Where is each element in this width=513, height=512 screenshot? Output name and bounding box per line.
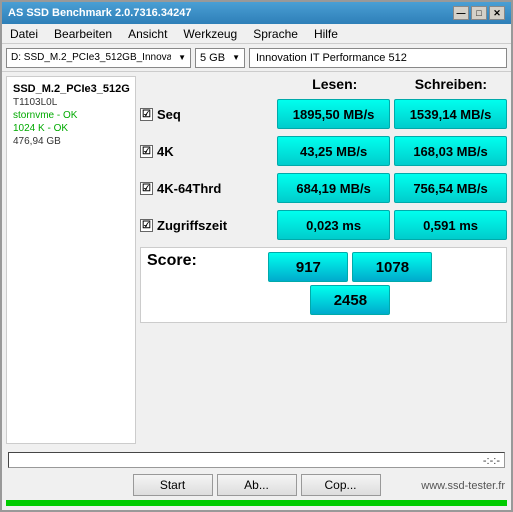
score-total-row: 2458 (201, 285, 500, 315)
access-write-value: 0,591 ms (394, 210, 507, 240)
main-window: AS SSD Benchmark 2.0.7316.34247 — □ ✕ Da… (0, 0, 513, 512)
size-selector[interactable]: 5 GB ▼ (195, 48, 245, 68)
4k64-label: ☑ 4K-64Thrd (140, 181, 273, 196)
maximize-button[interactable]: □ (471, 6, 487, 20)
driver-status: stornvme - OK (13, 110, 129, 121)
menu-sprache[interactable]: Sprache (249, 26, 302, 42)
score-readwrite-row: 917 1078 (201, 252, 500, 282)
score-section: Score: 917 1078 2458 (140, 247, 507, 323)
seq-write-value: 1539,14 MB/s (394, 99, 507, 129)
drive-dropdown-icon[interactable]: ▼ (178, 53, 186, 62)
score-total: 2458 (310, 285, 390, 315)
minimize-button[interactable]: — (453, 6, 469, 20)
close-button[interactable]: ✕ (489, 6, 505, 20)
drive-name-display: Innovation IT Performance 512 (249, 48, 507, 68)
left-panel: SSD_M.2_PCIe3_512G T1103L0L stornvme - O… (6, 76, 136, 444)
cache-status: 1024 K - OK (13, 123, 129, 134)
drive-selector[interactable]: D: SSD_M.2_PCIe3_512GB_InnovationIT ▼ (6, 48, 191, 68)
column-headers: Lesen: Schreiben: (140, 76, 507, 92)
drive-model-id: T1103L0L (13, 97, 129, 108)
4k64-checkbox[interactable]: ☑ (140, 182, 153, 195)
menu-bar: Datei Bearbeiten Ansicht Werkzeug Sprach… (2, 24, 511, 44)
4k-checkbox[interactable]: ☑ (140, 145, 153, 158)
seq-read-value: 1895,50 MB/s (277, 99, 390, 129)
window-title: AS SSD Benchmark 2.0.7316.34247 (8, 7, 191, 19)
size-label: 5 GB (200, 52, 225, 64)
menu-datei[interactable]: Datei (6, 26, 42, 42)
menu-werkzeug[interactable]: Werkzeug (179, 26, 241, 42)
score-values: 917 1078 2458 (201, 252, 500, 318)
copy-button[interactable]: Cop... (301, 474, 381, 496)
score-label-row: Score: 917 1078 2458 (147, 252, 500, 318)
seq-checkbox[interactable]: ☑ (140, 108, 153, 121)
access-label: ☑ Zugriffszeit (140, 218, 273, 233)
access-row: ☑ Zugriffszeit 0,023 ms 0,591 ms (140, 208, 507, 242)
seq-label: ☑ Seq (140, 107, 273, 122)
ab-button[interactable]: Ab... (217, 474, 297, 496)
menu-ansicht[interactable]: Ansicht (124, 26, 171, 42)
main-content: SSD_M.2_PCIe3_512G T1103L0L stornvme - O… (2, 72, 511, 448)
read-header: Lesen: (279, 76, 391, 92)
score-write: 1078 (352, 252, 432, 282)
drive-full-name: Innovation IT Performance 512 (256, 52, 407, 64)
size-dropdown-icon[interactable]: ▼ (232, 53, 240, 62)
drive-label: D: SSD_M.2_PCIe3_512GB_InnovationIT (11, 52, 171, 63)
menu-hilfe[interactable]: Hilfe (310, 26, 342, 42)
bottom-section: -:-:- Start Ab... Cop... www.ssd-tester.… (2, 448, 511, 500)
toolbar: D: SSD_M.2_PCIe3_512GB_InnovationIT ▼ 5 … (2, 44, 511, 72)
green-border (6, 500, 507, 506)
watermark-text: www.ssd-tester.fr (421, 480, 505, 492)
label-spacer (140, 76, 275, 92)
progress-bar-container: -:-:- (8, 452, 505, 468)
access-checkbox[interactable]: ☑ (140, 219, 153, 232)
time-display: -:-:- (483, 453, 500, 469)
4k-read-value: 43,25 MB/s (277, 136, 390, 166)
score-label: Score: (147, 252, 197, 270)
right-panel: Lesen: Schreiben: ☑ Seq 1895,50 MB/s 153… (140, 76, 507, 444)
4k64-write-value: 756,54 MB/s (394, 173, 507, 203)
button-row: Start Ab... Cop... www.ssd-tester.fr (8, 474, 505, 496)
4k64-row: ☑ 4K-64Thrd 684,19 MB/s 756,54 MB/s (140, 171, 507, 205)
4k-write-value: 168,03 MB/s (394, 136, 507, 166)
seq-row: ☑ Seq 1895,50 MB/s 1539,14 MB/s (140, 97, 507, 131)
4k-row: ☑ 4K 43,25 MB/s 168,03 MB/s (140, 134, 507, 168)
title-bar-buttons: — □ ✕ (453, 6, 505, 20)
write-header: Schreiben: (395, 76, 507, 92)
4k64-read-value: 684,19 MB/s (277, 173, 390, 203)
access-read-value: 0,023 ms (277, 210, 390, 240)
menu-bearbeiten[interactable]: Bearbeiten (50, 26, 116, 42)
drive-capacity: 476,94 GB (13, 136, 129, 147)
score-read: 917 (268, 252, 348, 282)
start-button[interactable]: Start (133, 474, 213, 496)
4k-label: ☑ 4K (140, 144, 273, 159)
drive-model-name: SSD_M.2_PCIe3_512G (13, 83, 129, 95)
title-bar: AS SSD Benchmark 2.0.7316.34247 — □ ✕ (2, 2, 511, 24)
